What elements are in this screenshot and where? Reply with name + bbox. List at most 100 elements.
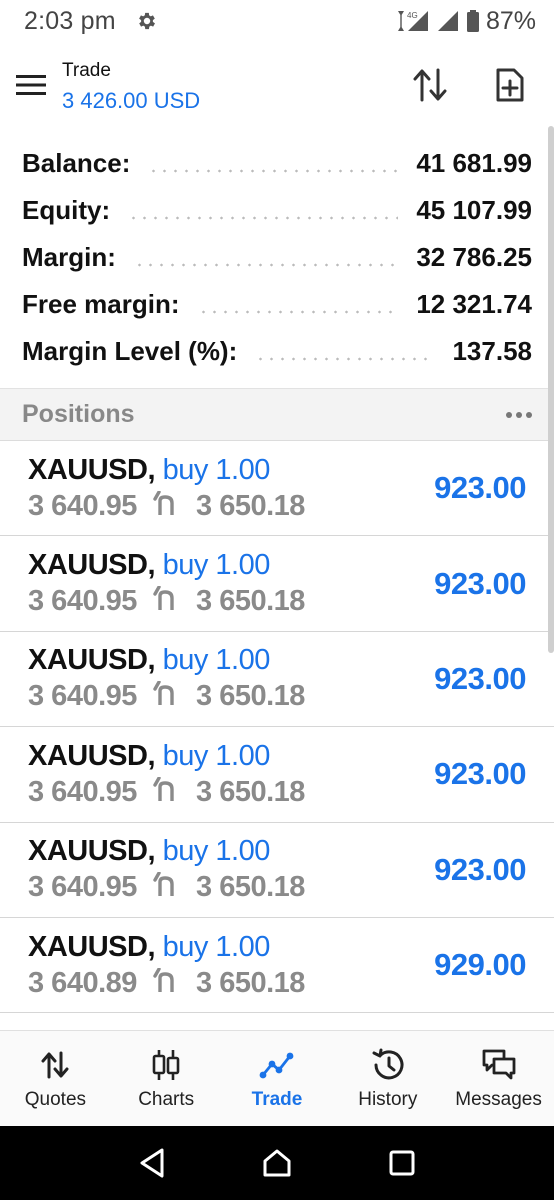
position-details: XAUUSD, buy 1.00 3 640.89 3 650.18: [28, 931, 305, 1000]
price-arrow-icon: [153, 966, 175, 994]
positions-list: XAUUSD, buy 1.00 3 640.95 3 650.18 923.0…: [0, 441, 554, 1014]
quotes-arrows-icon: [41, 1051, 69, 1078]
position-symbol: XAUUSD,: [28, 739, 156, 772]
position-row[interactable]: XAUUSD, buy 1.00 3 640.95 3 650.18 923.0…: [0, 441, 554, 537]
nav-label: Messages: [455, 1088, 542, 1110]
position-title-line: XAUUSD, buy 1.00: [28, 454, 305, 487]
open-price: 3 640.95: [28, 871, 137, 904]
current-price: 3 650.18: [196, 966, 305, 999]
summary-label: Balance:: [22, 148, 131, 178]
position-row[interactable]: XAUUSD, buy 1.00 3 640.95 3 650.18 923.0…: [0, 632, 554, 728]
position-prices: 3 640.95 3 650.18: [28, 776, 305, 809]
position-row[interactable]: XAUUSD, buy 1.00 3 640.89 3 650.18 929.0…: [0, 918, 554, 1014]
summary-value: 41 681.99: [416, 148, 532, 178]
app-header: Trade 3 426.00 USD: [0, 44, 554, 126]
current-price: 3 650.18: [196, 680, 305, 713]
position-profit: 923.00: [434, 565, 526, 601]
status-bar: 2:03 pm 4G 87%: [0, 0, 554, 42]
settings-gear-icon: [138, 12, 155, 30]
recents-square-icon: [389, 1150, 415, 1176]
open-price: 3 640.89: [28, 966, 137, 999]
battery-percent: 87%: [485, 6, 536, 35]
new-order-button[interactable]: [480, 55, 540, 115]
position-prices: 3 640.95 3 650.18: [28, 871, 305, 904]
position-details: XAUUSD, buy 1.00 3 640.95 3 650.18: [28, 549, 305, 618]
position-row[interactable]: XAUUSD, buy 1.00 3 640.95 3 650.18 923.0…: [0, 727, 554, 823]
system-home-button[interactable]: [257, 1143, 297, 1183]
summary-row-equity: Equity: 45 107.99: [0, 187, 554, 234]
summary-label: Free margin:: [22, 289, 180, 319]
position-type: buy 1.00: [162, 549, 271, 582]
position-symbol: XAUUSD,: [28, 835, 156, 868]
header-titles: Trade 3 426.00 USD: [62, 56, 200, 114]
position-symbol: XAUUSD,: [28, 549, 156, 582]
home-icon: [263, 1149, 291, 1177]
nav-messages[interactable]: Messages: [443, 1031, 554, 1126]
nav-label: Trade: [251, 1088, 303, 1110]
summary-label: Equity:: [22, 195, 111, 225]
price-arrow-icon: [153, 585, 175, 612]
position-details: XAUUSD, buy 1.00 3 640.95 3 650.18: [28, 740, 305, 809]
battery-icon: [466, 10, 479, 32]
position-prices: 3 640.95 3 650.18: [28, 680, 305, 713]
summary-value: 45 107.99: [416, 195, 532, 225]
summary-value: 12 321.74: [416, 289, 532, 319]
summary-row-free-margin: Free margin: 12 321.74: [0, 281, 554, 328]
menu-button[interactable]: [0, 44, 62, 126]
status-time: 2:03 pm: [24, 6, 116, 35]
position-details: XAUUSD, buy 1.00 3 640.95 3 650.18: [28, 835, 305, 904]
summary-row-margin-level: Margin Level (%): 137.58: [0, 328, 554, 375]
nav-charts[interactable]: Charts: [111, 1031, 222, 1126]
position-row[interactable]: XAUUSD, buy 1.00 3 640.95 3 650.18 923.0…: [0, 823, 554, 918]
open-price: 3 640.95: [28, 775, 137, 808]
nav-history[interactable]: History: [332, 1031, 443, 1126]
position-profit: 923.00: [434, 851, 526, 887]
sort-arrows-icon: [413, 68, 447, 102]
more-options-icon[interactable]: [506, 411, 532, 418]
open-price: 3 640.95: [28, 585, 137, 618]
price-arrow-icon: [153, 871, 175, 898]
position-title-line: XAUUSD, buy 1.00: [28, 835, 305, 868]
history-icon: [372, 1048, 404, 1079]
position-prices: 3 640.95 3 650.18: [28, 490, 305, 523]
position-prices: 3 640.89 3 650.18: [28, 967, 305, 1000]
header-actions: [400, 55, 554, 115]
position-symbol: XAUUSD,: [28, 453, 156, 486]
position-details: XAUUSD, buy 1.00 3 640.95 3 650.18: [28, 454, 305, 523]
nav-label: Quotes: [24, 1088, 87, 1110]
position-profit: 923.00: [434, 470, 526, 506]
position-title-line: XAUUSD, buy 1.00: [28, 931, 305, 964]
trade-line-icon: [259, 1052, 294, 1078]
hamburger-menu-icon: [16, 75, 46, 95]
bottom-navigation: Quotes Charts Trade History Messages: [0, 1030, 554, 1126]
position-type: buy 1.00: [162, 930, 271, 963]
position-type: buy 1.00: [162, 739, 271, 772]
messages-icon: [482, 1049, 515, 1079]
dotted-leader: [197, 309, 399, 314]
position-profit: 929.00: [434, 947, 526, 983]
summary-value: 32 786.25: [416, 242, 532, 272]
position-profit: 923.00: [434, 756, 526, 792]
sort-button[interactable]: [400, 55, 460, 115]
position-type: buy 1.00: [162, 453, 271, 486]
current-price: 3 650.18: [196, 489, 305, 522]
new-order-icon: [496, 68, 524, 102]
scrollbar[interactable]: [548, 126, 554, 653]
price-arrow-icon: [153, 680, 175, 708]
account-summary: Balance: 41 681.99 Equity: 45 107.99 Mar…: [0, 140, 554, 375]
price-arrow-icon: [153, 489, 175, 517]
position-profit: 923.00: [434, 660, 526, 696]
positions-section-header: Positions: [0, 388, 554, 441]
nav-quotes[interactable]: Quotes: [0, 1031, 111, 1126]
header-balance: 3 426.00 USD: [62, 88, 201, 113]
system-back-button[interactable]: [132, 1143, 172, 1183]
open-price: 3 640.95: [28, 489, 137, 522]
position-row[interactable]: XAUUSD, buy 1.00 3 640.95 3 650.18 923.0…: [0, 536, 554, 632]
summary-row-margin: Margin: 32 786.25: [0, 234, 554, 281]
signal-strength-icon: [437, 11, 458, 31]
current-price: 3 650.18: [196, 585, 305, 618]
nav-trade[interactable]: Trade: [222, 1031, 333, 1126]
open-price: 3 640.95: [28, 680, 137, 713]
system-recents-button[interactable]: [382, 1143, 422, 1183]
summary-value: 137.58: [452, 336, 532, 366]
